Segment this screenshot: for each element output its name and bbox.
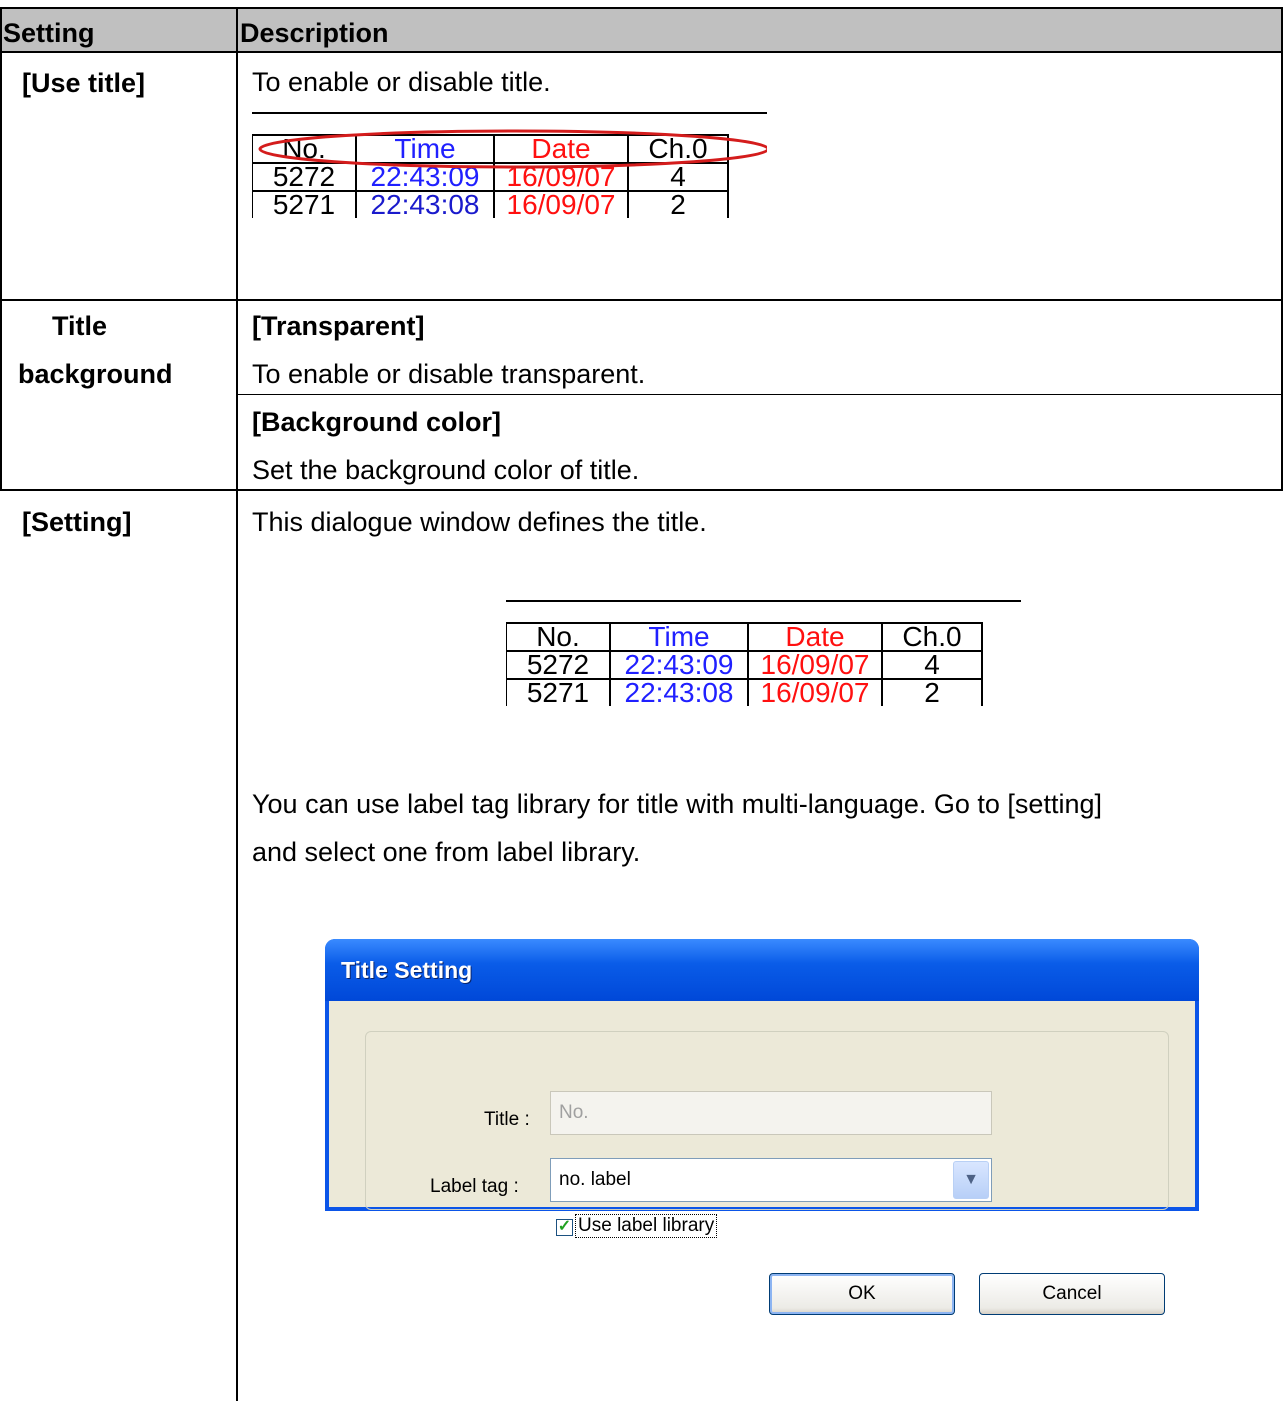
cell-header-date: Date (747, 622, 883, 652)
cell-date: 16/09/07 (493, 190, 629, 219)
cell-header-ch0: Ch.0 (881, 622, 983, 652)
background-color-text: Set the background color of title. (252, 455, 640, 485)
title-field: No. (550, 1091, 992, 1135)
dialog-title: Title Setting (341, 957, 473, 983)
cell-time: 22:43:08 (355, 190, 495, 219)
dialog-body: Title : No. Label tag : no. label ▼ ✓ Us… (329, 1001, 1195, 1238)
header-description: Description (240, 18, 389, 48)
paragraph-line1: You can use label tag library for title … (252, 789, 1102, 819)
cell-date: 16/09/07 (747, 650, 883, 680)
paragraph-line2: and select one from label library. (252, 837, 641, 867)
cell-no: 5272 (506, 650, 611, 680)
dialog-titlebar[interactable]: Title Setting (325, 939, 1199, 1001)
title-label: Title : (484, 1109, 530, 1130)
cell-ch0: 2 (881, 678, 983, 707)
description-use-title: To enable or disable title. (252, 67, 551, 97)
setting-title-background-line2: background (18, 359, 173, 389)
cancel-button[interactable]: Cancel (979, 1273, 1165, 1315)
highlight-ellipse (258, 129, 767, 169)
setting-setting: [Setting] (22, 507, 132, 537)
cell-date: 16/09/07 (747, 678, 883, 707)
cell-ch0: 2 (627, 190, 729, 219)
setting-title-background-line1: Title (52, 311, 108, 341)
cell-time: 22:43:08 (609, 678, 749, 707)
sample-table-highlighted: No. Time Date Ch.0 5272 22:43:09 16/09/0… (252, 112, 767, 238)
label-tag-label: Label tag : (430, 1176, 519, 1197)
label-tag-value: no. label (559, 1169, 631, 1190)
background-color-heading: [Background color] (252, 407, 502, 437)
use-label-library-checkbox[interactable]: ✓ (556, 1219, 573, 1236)
cell-no: 5271 (252, 190, 357, 219)
cell-header-time: Time (609, 622, 749, 652)
cell-header-no: No. (506, 622, 611, 652)
description-setting: This dialogue window defines the title. (252, 507, 707, 537)
cell-time: 22:43:09 (609, 650, 749, 680)
title-setting-dialog: Title Setting Title : No. Label tag : no… (325, 939, 1199, 1315)
settings-table: Setting Description [Use title] To enabl… (0, 0, 1283, 1401)
ok-button[interactable]: OK (769, 1273, 955, 1315)
chevron-down-icon[interactable]: ▼ (953, 1161, 989, 1199)
table-header (0, 8, 1283, 52)
cell-ch0: 4 (881, 650, 983, 680)
transparent-heading: [Transparent] (252, 311, 425, 341)
use-label-library-label[interactable]: Use label library (575, 1214, 718, 1238)
label-tag-dropdown[interactable]: no. label ▼ (550, 1158, 992, 1202)
transparent-text: To enable or disable transparent. (252, 359, 646, 389)
header-setting: Setting (3, 18, 95, 48)
sample-table: No. Time Date Ch.0 5272 22:43:09 16/09/0… (506, 600, 1021, 726)
setting-use-title: [Use title] (22, 68, 146, 98)
cell-no: 5271 (506, 678, 611, 707)
